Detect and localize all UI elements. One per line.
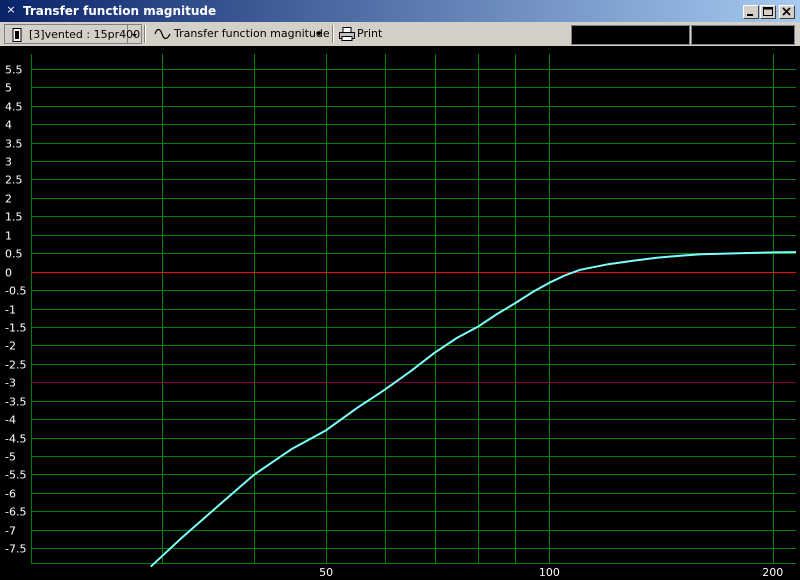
x-tick-label: 200 (762, 566, 783, 579)
y-tick-label: 0.5 (5, 248, 23, 261)
y-tick-label: -7 (5, 525, 16, 538)
plot-background (0, 46, 800, 580)
printer-icon (339, 27, 355, 41)
source-select[interactable]: [3]vented : 15pr400 (4, 24, 140, 44)
y-tick-label: -6 (5, 488, 16, 501)
app-window: × Transfer function magnitude [3]vented … (0, 0, 800, 580)
print-button[interactable]: Print (337, 24, 385, 44)
toolbar: [3]vented : 15pr400 Transfer function ma… (0, 22, 800, 46)
x-tick-label: 50 (319, 566, 333, 579)
y-tick-label: 2.5 (5, 174, 23, 187)
print-label: Print (357, 27, 383, 40)
close-button[interactable] (779, 5, 795, 19)
transfer-function-chart[interactable]: 5.5 5 4.5 4 3.5 3 2.5 2 1.5 1 0.5 0 -0.5 -1 -1.5 -2 -2.5… (0, 46, 800, 580)
x-tick-label: 100 (539, 566, 560, 579)
source-select-value: [3]vented : 15pr400 (29, 28, 141, 41)
y-tick-label: -6.5 (5, 506, 26, 519)
view-select-value: Transfer function magnitude (174, 27, 330, 40)
y-tick-label: 1.5 (5, 211, 23, 224)
plot-area[interactable]: 5.5 5 4.5 4 3.5 3 2.5 2 1.5 1 0.5 0 -0.5 -1 -1.5 -2 -2.5… (0, 46, 800, 580)
chevron-down-icon (132, 34, 137, 37)
y-tick-label: 1 (5, 230, 12, 243)
y-tick-label: -7.5 (5, 543, 26, 556)
y-tick-label: 2 (5, 193, 12, 206)
title-bar[interactable]: × Transfer function magnitude (0, 0, 800, 22)
chevron-down-icon (316, 32, 322, 36)
maximize-button[interactable] (760, 5, 776, 19)
y-tick-label: -2.5 (5, 359, 26, 372)
cursor-readout-2 (691, 25, 795, 45)
y-tick-label: 3.5 (5, 138, 23, 151)
close-icon (782, 7, 791, 16)
y-tick-label: -4.5 (5, 433, 26, 446)
y-tick-label: -2 (5, 340, 16, 353)
minimize-icon (747, 14, 753, 16)
y-tick-label: 5.5 (5, 64, 23, 77)
y-tick-label: 4 (5, 119, 12, 132)
y-tick-label: -3 (5, 377, 16, 390)
app-icon: × (6, 3, 16, 16)
sine-wave-icon (154, 28, 171, 40)
y-tick-label: -1 (5, 304, 16, 317)
toolbar-separator (144, 25, 146, 43)
window-title: Transfer function magnitude (23, 4, 217, 18)
speaker-icon (12, 28, 22, 42)
source-dropdown-button[interactable] (128, 24, 142, 44)
y-tick-label: -1.5 (5, 322, 26, 335)
y-tick-label: 3 (5, 156, 12, 169)
y-tick-label: -4 (5, 414, 16, 427)
y-tick-label: -0.5 (5, 285, 26, 298)
cursor-readout-1 (571, 25, 690, 45)
minimize-button[interactable] (743, 5, 759, 19)
maximize-icon (763, 7, 773, 16)
y-tick-label: 0 (5, 267, 12, 280)
y-tick-label: 5 (5, 82, 12, 95)
y-tick-label: -5.5 (5, 469, 26, 482)
y-tick-label: -3.5 (5, 396, 26, 409)
toolbar-separator (332, 25, 334, 43)
view-select[interactable]: Transfer function magnitude (148, 24, 330, 44)
y-tick-label: -5 (5, 451, 16, 464)
y-tick-label: 4.5 (5, 101, 23, 114)
